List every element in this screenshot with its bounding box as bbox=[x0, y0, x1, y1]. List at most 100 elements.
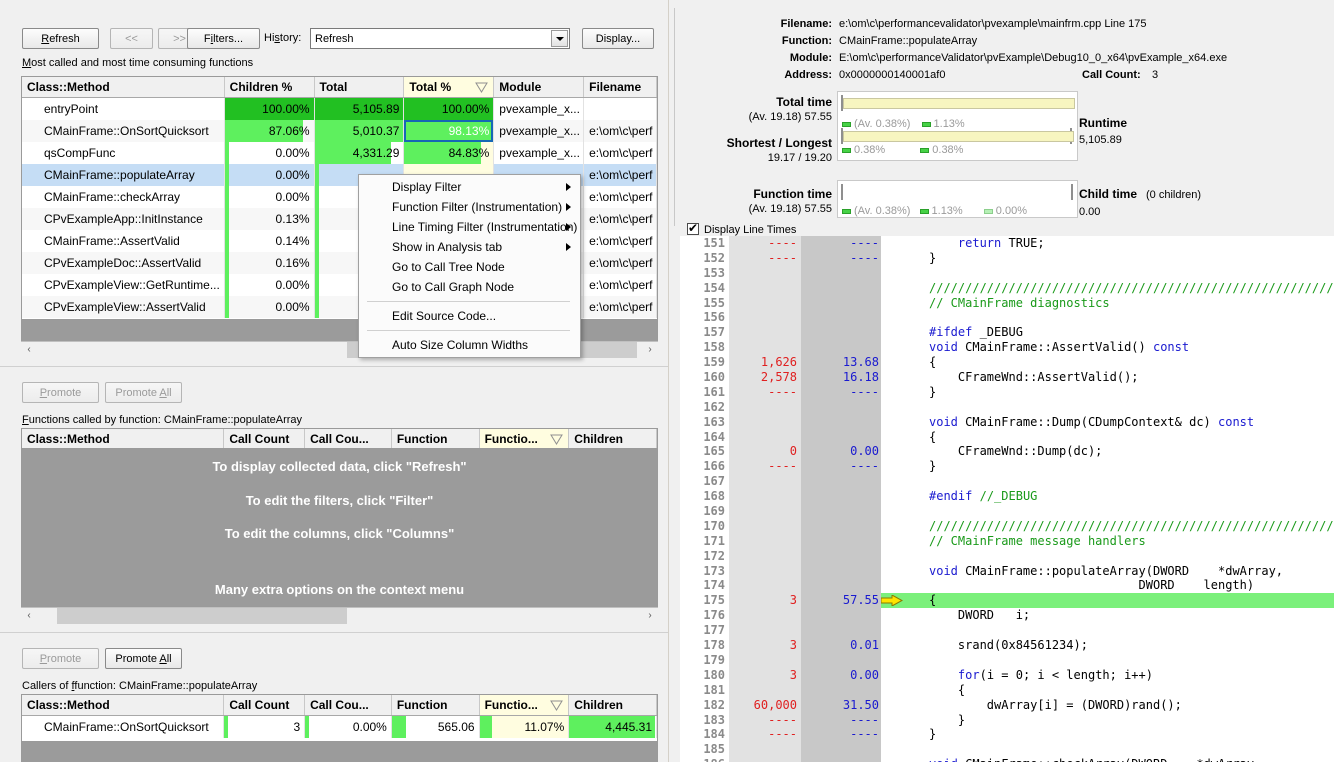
bottom-callers-grid[interactable]: Class::Method Call Count Call Cou... Functi… bbox=[21, 694, 658, 742]
source-line[interactable]: 160 2,578 16.18 CFrameWnd::AssertValid(); bbox=[680, 370, 1334, 385]
source-line[interactable]: 173 void CMainFrame::populateArray(DWORD … bbox=[680, 563, 1334, 579]
source-line[interactable]: 151 ---- ---- return TRUE; bbox=[680, 236, 1334, 251]
menu-item-go-to-call-graph-node[interactable]: Go to Call Graph Node bbox=[359, 277, 580, 297]
filters-button[interactable]: Filters... bbox=[187, 28, 260, 49]
source-line[interactable]: 163 void CMainFrame::Dump(CDumpContext& d… bbox=[680, 414, 1334, 430]
value-bar bbox=[224, 274, 229, 296]
column-header-function[interactable]: Function bbox=[391, 695, 480, 715]
table-row[interactable]: entryPoint 100.00% 5,105.89 100.00% pvexampl… bbox=[22, 98, 657, 120]
display-button[interactable]: Display... bbox=[582, 28, 654, 49]
source-line[interactable]: 165 0 0.00 CFrameWnd::Dump(dc); bbox=[680, 444, 1334, 460]
table-row[interactable]: CMainFrame::OnSortQuicksort 3 0.00% 565.06 1… bbox=[22, 716, 657, 738]
hscroll-thumb[interactable] bbox=[57, 607, 347, 624]
source-line[interactable]: 157 #ifdef _DEBUG bbox=[680, 325, 1334, 341]
scroll-left-icon[interactable]: ‹ bbox=[21, 341, 37, 358]
source-line[interactable]: 182 60,000 31.50 dwArray[i] = (DWORD)rand(… bbox=[680, 697, 1334, 713]
refresh-button[interactable]: Refresh bbox=[22, 28, 99, 49]
source-line[interactable]: 174 DWORD length) bbox=[680, 578, 1334, 594]
hscroll-track[interactable] bbox=[37, 607, 642, 624]
source-code-view[interactable]: 151 ---- ---- return TRUE; 152 ---- ----} 153 1… bbox=[680, 236, 1334, 762]
source-line[interactable]: 181 { bbox=[680, 682, 1334, 698]
source-line[interactable]: 152 ---- ----} bbox=[680, 250, 1334, 266]
menu-item-function-filter-instrumentation[interactable]: Function Filter (Instrumentation) bbox=[359, 197, 580, 217]
bottom-promote-button[interactable]: Promote bbox=[22, 648, 99, 669]
middle-promote-button[interactable]: Promote bbox=[22, 382, 99, 403]
table-row[interactable]: CMainFrame::OnSortQuicksort 87.06% 5,010.3… bbox=[22, 120, 657, 142]
table-row[interactable]: qsCompFunc 0.00% 4,331.29 84.83% pvexample_x… bbox=[22, 142, 657, 164]
menu-item-line-timing-filter-instrumentation[interactable]: Line Timing Filter (Instrumentation) bbox=[359, 217, 580, 237]
bottom-grid-body[interactable]: CMainFrame::OnSortQuicksort 3 0.00% 565.06 1… bbox=[22, 716, 657, 738]
middle-grid-hscrollbar[interactable]: ‹ › bbox=[21, 607, 658, 624]
source-line[interactable]: 156 bbox=[680, 310, 1334, 326]
column-header-class-method[interactable]: Class::Method bbox=[22, 77, 225, 97]
source-line[interactable]: 161 ---- ----} bbox=[680, 384, 1334, 400]
column-header-children[interactable]: Children bbox=[569, 695, 657, 715]
column-header-call-cou[interactable]: Call Cou... bbox=[305, 429, 392, 448]
source-line[interactable]: 168 #endif //_DEBUG bbox=[680, 489, 1334, 505]
middle-grid-header[interactable]: Class::Method Call Count Call Cou... Functi… bbox=[22, 429, 657, 448]
column-header-children[interactable]: Children % bbox=[224, 77, 315, 97]
menu-item-auto-size-column-widths[interactable]: Auto Size Column Widths bbox=[359, 335, 580, 355]
column-header-function[interactable]: Function bbox=[391, 429, 480, 448]
column-header-call-count[interactable]: Call Count bbox=[224, 695, 306, 715]
source-line[interactable]: 162 bbox=[680, 399, 1334, 415]
column-header-class-method[interactable]: Class::Method bbox=[22, 429, 225, 448]
source-line[interactable]: 180 3 0.00 for(i = 0; i < length; i++) bbox=[680, 667, 1334, 683]
column-header-call-count[interactable]: Call Count bbox=[224, 429, 306, 448]
source-line[interactable]: 166 ---- ----} bbox=[680, 459, 1334, 475]
source-line[interactable]: 185 bbox=[680, 742, 1334, 758]
source-line[interactable]: 155 // CMainFrame diagnostics bbox=[680, 295, 1334, 311]
menu-item-show-in-analysis-tab[interactable]: Show in Analysis tab bbox=[359, 237, 580, 257]
source-line[interactable]: 172 bbox=[680, 548, 1334, 564]
display-line-times-checkbox[interactable] bbox=[687, 221, 699, 235]
source-line[interactable]: 184 ---- ----} bbox=[680, 727, 1334, 743]
chevron-down-icon[interactable] bbox=[551, 30, 568, 47]
column-header-module[interactable]: Module bbox=[494, 77, 585, 97]
source-line[interactable]: 177 bbox=[680, 623, 1334, 639]
line-number: 168 bbox=[680, 489, 729, 505]
source-line[interactable]: 159 1,626 13.68 { bbox=[680, 355, 1334, 371]
column-header-functio[interactable]: Functio... bbox=[479, 695, 570, 715]
sort-descending-icon bbox=[550, 434, 564, 445]
source-line-current[interactable]: 175 3 57.55{ bbox=[680, 593, 1334, 609]
column-header-filename[interactable]: Filename bbox=[584, 77, 657, 97]
column-header-total[interactable]: Total bbox=[314, 77, 405, 97]
source-line[interactable]: 164 { bbox=[680, 429, 1334, 445]
context-menu[interactable]: Display Filter Function Filter (Instrumen… bbox=[358, 174, 581, 358]
top-grid-header[interactable]: Class::Method Children % Total Total % Modul… bbox=[22, 77, 657, 98]
bottom-promote-all-button[interactable]: Promote All bbox=[105, 648, 182, 669]
scroll-left-icon[interactable]: ‹ bbox=[21, 607, 37, 624]
function-time-pct-row: (Av. 0.38%) 1.13% 0.00% bbox=[842, 205, 1027, 217]
source-line[interactable]: 158 void CMainFrame::AssertValid() const bbox=[680, 340, 1334, 356]
prev-button[interactable]: << bbox=[110, 28, 153, 49]
scroll-right-icon[interactable]: › bbox=[642, 341, 658, 358]
menu-item-go-to-call-tree-node[interactable]: Go to Call Tree Node bbox=[359, 257, 580, 277]
menu-item-edit-source-code[interactable]: Edit Source Code... bbox=[359, 306, 580, 326]
source-line[interactable]: 176 DWORD i; bbox=[680, 608, 1334, 624]
column-header-call-cou[interactable]: Call Cou... bbox=[305, 695, 392, 715]
column-header-class-method[interactable]: Class::Method bbox=[22, 695, 225, 715]
column-header-children[interactable]: Children bbox=[569, 429, 657, 448]
source-line[interactable]: 154 /////////////////////////////////////… bbox=[680, 280, 1334, 296]
line-visit-count bbox=[729, 504, 801, 519]
source-line[interactable]: 178 3 0.01 srand(0x84561234); bbox=[680, 638, 1334, 653]
source-line[interactable]: 171 // CMainFrame message handlers bbox=[680, 533, 1334, 549]
column-header-functio[interactable]: Functio... bbox=[479, 429, 570, 448]
middle-promote-all-button[interactable]: Promote All bbox=[105, 382, 182, 403]
pane-splitter[interactable] bbox=[668, 0, 673, 762]
source-line[interactable]: 167 bbox=[680, 474, 1334, 490]
column-header-total[interactable]: Total % bbox=[404, 77, 495, 97]
history-combo[interactable]: Refresh bbox=[310, 28, 570, 49]
line-number: 157 bbox=[680, 325, 729, 341]
bottom-grid-header[interactable]: Class::Method Call Count Call Cou... Functi… bbox=[22, 695, 657, 716]
source-line[interactable]: 153 bbox=[680, 265, 1334, 281]
scroll-right-icon[interactable]: › bbox=[642, 607, 658, 624]
source-line[interactable]: 170 /////////////////////////////////////… bbox=[680, 518, 1334, 534]
source-line[interactable]: 179 bbox=[680, 652, 1334, 668]
source-line[interactable]: 183 ---- ---- } bbox=[680, 712, 1334, 728]
middle-grid[interactable]: Class::Method Call Count Call Cou... Functi… bbox=[21, 428, 658, 449]
source-line[interactable]: 186 void CMainFrame::checkArray(DWORD *dw… bbox=[680, 757, 1334, 762]
menu-item-display-filter[interactable]: Display Filter bbox=[359, 177, 580, 197]
line-time bbox=[801, 429, 881, 445]
source-line[interactable]: 169 bbox=[680, 504, 1334, 519]
